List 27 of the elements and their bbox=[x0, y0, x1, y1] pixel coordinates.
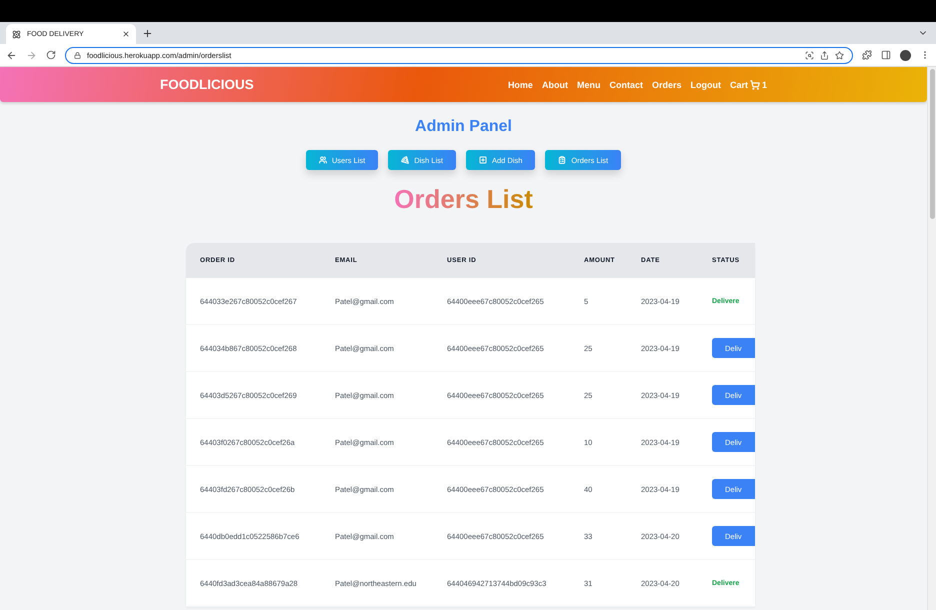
page-heading: Admin Panel bbox=[415, 118, 512, 136]
sidebar-icon[interactable] bbox=[881, 50, 891, 60]
star-icon[interactable] bbox=[835, 50, 844, 60]
close-icon[interactable] bbox=[122, 30, 130, 38]
nav-link[interactable]: Contact bbox=[609, 80, 643, 90]
pizza-icon bbox=[401, 156, 410, 164]
users-icon bbox=[318, 156, 327, 164]
lens-icon[interactable] bbox=[805, 50, 814, 60]
nav-link[interactable]: Logout bbox=[690, 80, 721, 90]
nav-link[interactable]: Menu bbox=[576, 80, 600, 90]
puzzle-icon[interactable] bbox=[862, 50, 872, 60]
cart-icon bbox=[750, 80, 760, 90]
cart-link[interactable]: Cart 1 bbox=[730, 80, 767, 90]
share-icon[interactable] bbox=[820, 50, 829, 60]
plus-square-icon bbox=[478, 156, 487, 164]
clipboard-icon bbox=[558, 156, 566, 164]
atom-icon bbox=[12, 30, 21, 38]
nav-link[interactable]: Orders bbox=[652, 80, 682, 90]
new-tab-icon[interactable] bbox=[142, 28, 153, 38]
nav-link[interactable]: Home bbox=[508, 80, 533, 90]
back-icon[interactable] bbox=[6, 50, 17, 60]
reload-icon[interactable] bbox=[46, 50, 56, 60]
avatar[interactable] bbox=[900, 50, 911, 60]
nav-link[interactable]: About bbox=[542, 80, 568, 90]
lock-icon bbox=[74, 52, 81, 58]
brand-logo[interactable]: FOODLICIOUS bbox=[160, 77, 254, 92]
scrollbar-thumb[interactable] bbox=[930, 69, 934, 219]
